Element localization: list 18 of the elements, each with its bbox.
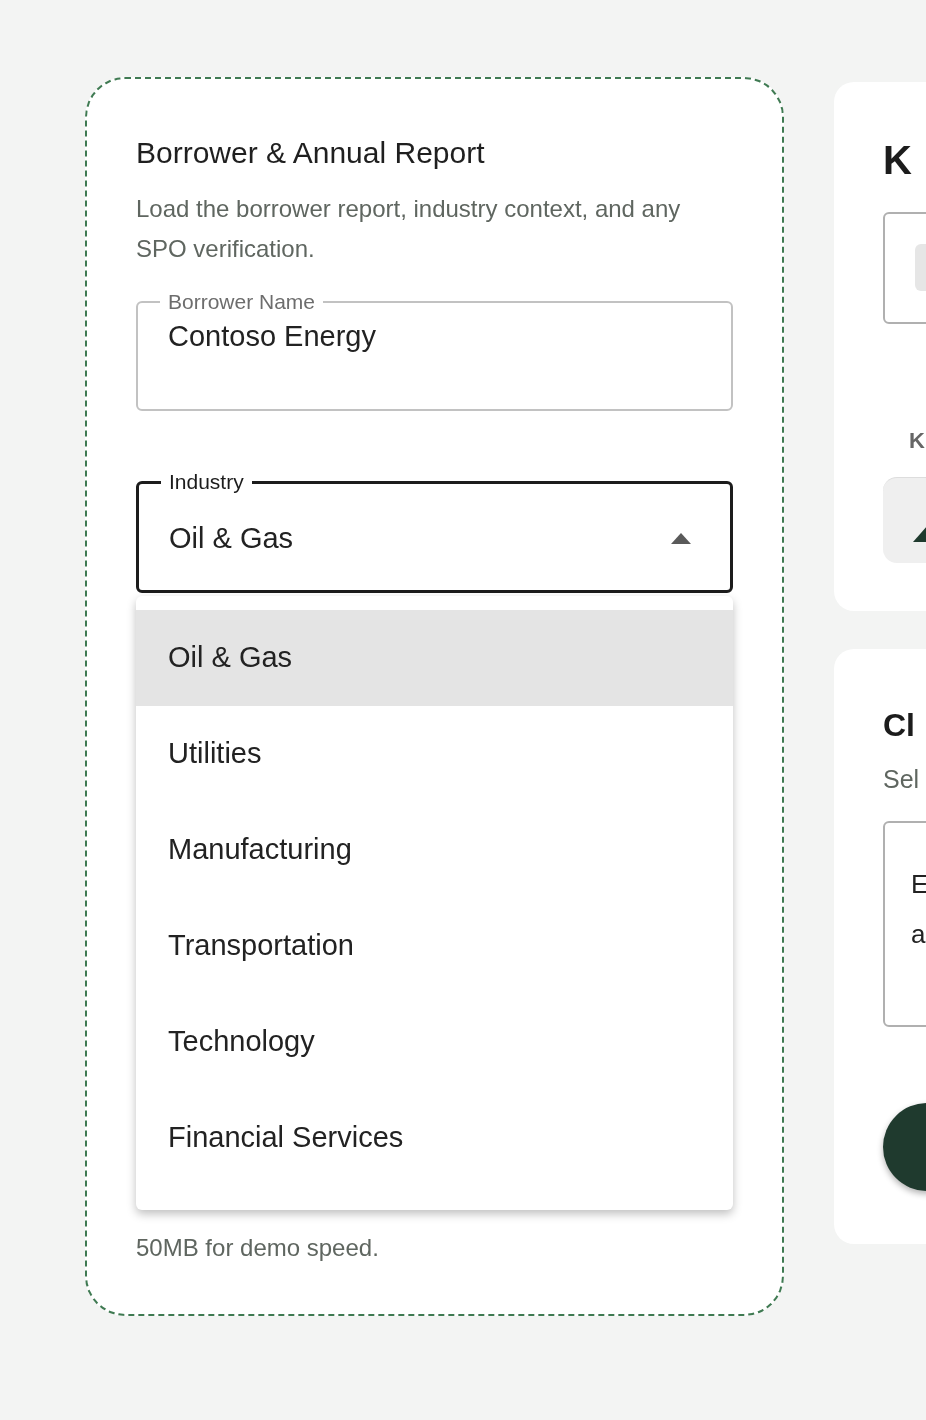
- menu-item[interactable]: Technology: [136, 994, 733, 1090]
- note-text: 50MB for demo speed.: [136, 1233, 380, 1263]
- caret-icon: [671, 533, 691, 544]
- menu-item[interactable]: Transportation: [136, 898, 733, 994]
- card-description: Sel: [883, 764, 920, 795]
- text-line: a: [911, 918, 926, 951]
- card-description: Load the borrower report, industry context, and any SPO verification.: [136, 194, 682, 264]
- card-title: Borrower & Annual Report: [136, 135, 486, 171]
- card-title: K: [883, 137, 912, 184]
- menu-item[interactable]: Manufacturing: [136, 802, 733, 898]
- field-value: Contoso Energy: [168, 319, 376, 354]
- menu-item[interactable]: Utilities: [136, 706, 733, 802]
- card-title: Cl: [883, 706, 915, 745]
- field-label: Industry: [168, 469, 245, 495]
- section-heading: K: [909, 427, 925, 455]
- menu-item[interactable]: Financial Services: [136, 1090, 733, 1186]
- field-label: Borrower Name: [167, 289, 317, 315]
- menu-item[interactable]: Oil & Gas: [136, 610, 733, 706]
